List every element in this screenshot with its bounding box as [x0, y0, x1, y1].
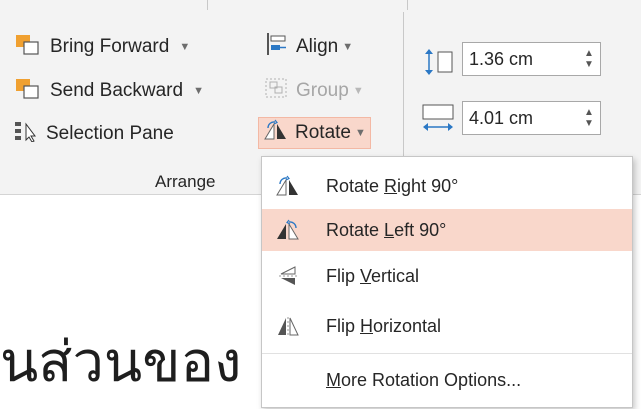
- menu-item-rotate-right[interactable]: Rotate Right 90°: [262, 165, 632, 207]
- spin-up-icon[interactable]: ▲: [584, 48, 594, 59]
- menu-separator: [262, 353, 632, 354]
- chevron-down-icon[interactable]: ▼: [179, 41, 190, 53]
- selection-pane-button[interactable]: Selection Pane: [14, 119, 174, 149]
- selection-pane-label: Selection Pane: [46, 123, 174, 144]
- chevron-down-icon[interactable]: ▼: [342, 41, 353, 53]
- bring-forward-label: Bring Forward: [50, 36, 170, 57]
- rotate-left-icon: [276, 218, 300, 242]
- shape-height-value[interactable]: 1.36 cm: [463, 43, 578, 75]
- rotate-label: Rotate: [295, 122, 351, 143]
- spin-down-icon[interactable]: ▼: [584, 59, 594, 70]
- chevron-down-icon[interactable]: ▼: [353, 85, 364, 97]
- rotate-icon: [263, 119, 289, 147]
- height-spinner[interactable]: ▲ ▼: [578, 43, 600, 75]
- width-spinner[interactable]: ▲ ▼: [578, 102, 600, 134]
- align-button[interactable]: Align ▼: [266, 32, 353, 62]
- selection-pane-icon: [14, 120, 38, 148]
- menu-item-label: Rotate Left 90°: [326, 219, 447, 240]
- send-backward-icon: [16, 77, 42, 105]
- shape-width-value[interactable]: 4.01 cm: [463, 102, 578, 134]
- chevron-down-icon[interactable]: ▼: [193, 85, 204, 97]
- shape-width-field[interactable]: 4.01 cm ▲ ▼: [462, 101, 601, 135]
- menu-item-label: Rotate Right 90°: [326, 175, 459, 196]
- bring-forward-icon: [16, 33, 42, 61]
- send-backward-label: Send Backward: [50, 80, 184, 101]
- shape-width-icon: [420, 103, 456, 138]
- group-icon: [264, 77, 288, 105]
- menu-item-label: Flip Vertical: [326, 265, 420, 286]
- flip-vertical-icon: [276, 264, 300, 288]
- ribbon-top-tab-edge: [208, 0, 408, 10]
- menu-item-label: Flip Horizontal: [326, 315, 442, 336]
- bring-forward-button[interactable]: Bring Forward ▼: [16, 32, 190, 62]
- chevron-down-icon[interactable]: ▼: [355, 127, 366, 139]
- spin-up-icon[interactable]: ▲: [584, 107, 594, 118]
- menu-item-more-rotation-options[interactable]: More Rotation Options...: [262, 359, 632, 401]
- menu-item-rotate-left[interactable]: Rotate Left 90°: [262, 209, 632, 251]
- align-label: Align: [296, 36, 339, 57]
- shape-height-icon: [420, 48, 456, 81]
- rotate-right-icon: [276, 174, 300, 198]
- spin-down-icon[interactable]: ▼: [584, 118, 594, 129]
- menu-item-flip-vertical[interactable]: Flip Vertical: [262, 255, 632, 297]
- group-label: Group: [296, 80, 349, 101]
- document-text: นส่วนของ: [0, 330, 242, 395]
- menu-item-flip-horizontal[interactable]: Flip Horizontal: [262, 305, 632, 347]
- align-icon: [266, 32, 288, 62]
- send-backward-button[interactable]: Send Backward ▼: [16, 76, 204, 106]
- flip-horizontal-icon: [276, 314, 300, 338]
- rotate-menu: Rotate Right 90° Rotate Left 90° Flip Ve…: [261, 156, 633, 408]
- ribbon-top-tab-edge: [0, 0, 208, 10]
- arrange-group-label: Arrange: [155, 172, 216, 191]
- shape-height-field[interactable]: 1.36 cm ▲ ▼: [462, 42, 601, 76]
- group-button[interactable]: Group ▼: [264, 76, 364, 106]
- menu-item-label: More Rotation Options...: [326, 369, 522, 390]
- rotate-button[interactable]: Rotate ▼: [258, 117, 371, 149]
